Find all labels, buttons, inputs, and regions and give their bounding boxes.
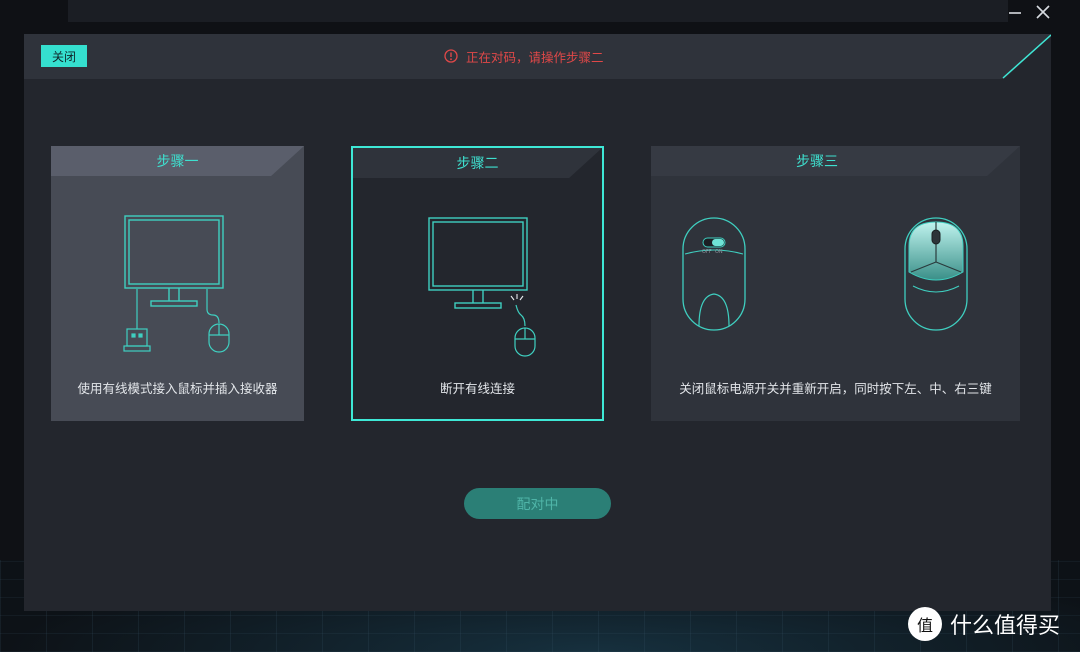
- step-caption-1: 使用有线模式接入鼠标并插入接收器: [77, 381, 278, 396]
- mouse-icon: [514, 327, 536, 357]
- pairing-dialog: 关闭 正在对码，请操作步骤二 步骤一 使用有线模式接入鼠标并插入接收器 步骤二 …: [24, 34, 1051, 611]
- minimize-icon[interactable]: [1004, 2, 1026, 22]
- disconnect-icon: [510, 294, 524, 301]
- watermark-logo: 值: [908, 607, 942, 641]
- mouse-bottom-icon: OFF ON: [682, 217, 746, 331]
- site-watermark: 值 什么值得买: [908, 604, 1060, 644]
- mouse-icon: [208, 323, 230, 353]
- step2-illustration: [428, 217, 536, 357]
- monitor-icon: [124, 215, 224, 307]
- close-button[interactable]: 关闭: [41, 45, 87, 67]
- watermark-logo-glyph: 值: [916, 616, 933, 635]
- pairing-button[interactable]: 配对中: [464, 488, 611, 519]
- step-title-3: 步骤三: [651, 146, 1020, 176]
- scroll-wheel: [931, 229, 941, 245]
- mouse-top-icon: [904, 217, 968, 331]
- step1-illustration: [123, 215, 230, 353]
- switch-off-label: OFF: [702, 249, 712, 255]
- step-caption-3: 关闭鼠标电源开关并重新开启，同时按下左、中、右三键: [679, 381, 992, 396]
- card-corner-decor: [568, 148, 602, 179]
- switch-on-label: ON: [715, 249, 723, 255]
- step-caption-2: 断开有线连接: [439, 381, 515, 396]
- background-window-bar: [68, 0, 1008, 22]
- close-window-icon[interactable]: [1032, 2, 1054, 22]
- alert-circle-icon: [444, 49, 458, 63]
- watermark-text: 什么值得买: [950, 614, 1061, 639]
- step-card-1: 步骤一 使用有线模式接入鼠标并插入接收器: [51, 146, 304, 421]
- card-corner-decor: [986, 146, 1020, 177]
- status-text: 正在对码，请操作步骤二: [466, 49, 604, 65]
- monitor-icon: [428, 217, 528, 309]
- mouse-cable: [206, 289, 220, 324]
- pairing-status: 正在对码，请操作步骤二: [444, 46, 604, 66]
- step-card-2: 步骤二 断开有线连接: [351, 146, 604, 421]
- loose-cable: [515, 304, 526, 327]
- usb-receiver-icon: [123, 328, 151, 352]
- card-corner-decor: [270, 146, 304, 177]
- step-card-3: 步骤三 OFF ON 关闭鼠标电源开关并重新开启，同时按下左、中、右三键: [651, 146, 1020, 421]
